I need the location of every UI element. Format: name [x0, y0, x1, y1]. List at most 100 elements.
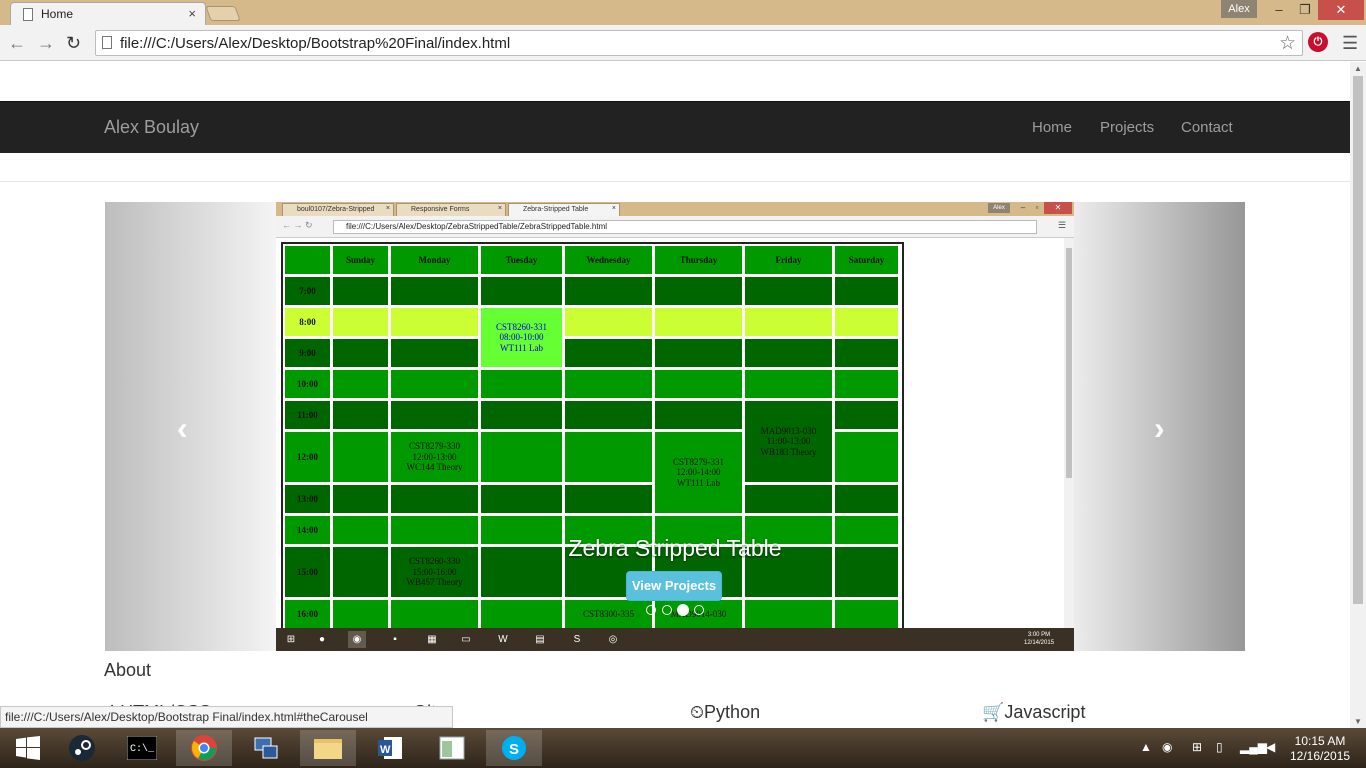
- restore-button[interactable]: ❐: [1292, 0, 1318, 20]
- network-icon[interactable]: [238, 730, 294, 766]
- day-header: Saturday: [835, 246, 898, 274]
- carousel-indicator[interactable]: [694, 605, 704, 615]
- event-cell: MAD9013-030 11:00-13:00 WB183 Theory: [745, 401, 832, 482]
- scroll-down-icon[interactable]: ▼: [1354, 717, 1362, 726]
- windows-taskbar: C:\_ W S ▲ ◉ ⊞ ▯ ▂▄▆ ◀ 10:15 AM 12/16/201…: [0, 728, 1366, 768]
- table-cell: [835, 277, 898, 305]
- svg-text:C:\_: C:\_: [130, 743, 155, 755]
- word-icon[interactable]: W: [362, 730, 418, 766]
- file-explorer-icon[interactable]: [300, 730, 356, 766]
- carousel-prev-control[interactable]: ‹: [105, 202, 276, 651]
- scrollbar-thumb[interactable]: [1353, 76, 1363, 604]
- carousel-caption: Zebra Stripped Table: [568, 535, 782, 561]
- tab-close-icon[interactable]: ×: [188, 6, 196, 21]
- cart-icon: 🛒: [982, 702, 1005, 722]
- table-cell: [745, 600, 832, 628]
- tray-device-icon[interactable]: ▯: [1216, 740, 1223, 754]
- table-cell: [565, 277, 652, 305]
- table-cell: [835, 600, 898, 628]
- table-cell: [481, 401, 562, 429]
- carousel-indicator-active[interactable]: [677, 604, 689, 616]
- table-cell: [391, 370, 478, 398]
- table-cell: [565, 485, 652, 513]
- table-cell: [745, 370, 832, 398]
- forward-arrow-icon[interactable]: →: [37, 33, 55, 54]
- table-cell: [333, 485, 388, 513]
- table-cell: [333, 277, 388, 305]
- inner-titlebar: boul0107/Zebra-Stripped × Responsive Form…: [276, 202, 1074, 216]
- bookmark-star-icon[interactable]: ☆: [1279, 32, 1296, 55]
- carousel-slide-image: boul0107/Zebra-Stripped × Responsive Form…: [276, 202, 1074, 651]
- volume-icon[interactable]: ◀: [1266, 740, 1275, 754]
- profile-badge[interactable]: Alex: [1221, 0, 1257, 18]
- page-viewport: Alex Boulay Home Projects Contact ‹ › bo…: [0, 62, 1350, 728]
- inner-scrollbar: [1064, 238, 1074, 628]
- cmd-icon[interactable]: C:\_: [114, 730, 170, 766]
- day-header: Wednesday: [565, 246, 652, 274]
- taskbar-clock[interactable]: 10:15 AM 12/16/2015: [1290, 734, 1350, 764]
- app-window-icon[interactable]: [424, 730, 480, 766]
- table-cell: [333, 370, 388, 398]
- browser-toolbar: ← → ↻ file:///C:/Users/Alex/Desktop/Boot…: [0, 25, 1366, 61]
- table-cell: [333, 339, 388, 367]
- browser-tab-home[interactable]: Home ×: [10, 2, 206, 25]
- table-cell: [333, 432, 388, 482]
- extension-power-icon[interactable]: ⏻: [1308, 32, 1328, 52]
- table-cell: [655, 308, 742, 336]
- nav-link-home[interactable]: Home: [1032, 119, 1072, 136]
- day-header: Tuesday: [481, 246, 562, 274]
- table-corner-cell: [285, 246, 330, 274]
- tray-chrome-icon[interactable]: ◉: [1162, 740, 1172, 754]
- site-navbar: Alex Boulay Home Projects Contact: [0, 101, 1350, 153]
- table-cell: [333, 401, 388, 429]
- wifi-signal-icon[interactable]: ▂▄▆: [1240, 740, 1267, 754]
- table-cell: [835, 401, 898, 429]
- carousel-indicator[interactable]: [646, 605, 656, 615]
- table-cell: [835, 370, 898, 398]
- table-cell: [565, 370, 652, 398]
- time-cell: 16:00: [285, 600, 330, 628]
- chevron-left-icon: ‹: [177, 410, 188, 446]
- inner-app-icon: ▤: [535, 634, 545, 645]
- page-scrollbar[interactable]: ▲ ▼: [1350, 62, 1366, 728]
- time-cell: 13:00: [285, 485, 330, 513]
- time-cell: 7:00: [285, 277, 330, 305]
- address-bar[interactable]: file:///C:/Users/Alex/Desktop/Bootstrap%…: [95, 30, 1303, 56]
- new-tab-button[interactable]: [205, 6, 241, 21]
- inner-network-icon: ▦: [427, 634, 437, 645]
- reload-icon[interactable]: ↻: [66, 33, 81, 54]
- site-brand[interactable]: Alex Boulay: [104, 117, 199, 138]
- carousel-next-control[interactable]: ›: [1074, 202, 1245, 651]
- divider: [0, 181, 1350, 182]
- inner-cmd-icon: ▪: [393, 634, 397, 645]
- tray-windows-icon[interactable]: ⊞: [1192, 740, 1202, 754]
- scroll-up-icon[interactable]: ▲: [1354, 64, 1362, 73]
- table-cell: [391, 308, 478, 336]
- table-cell: [481, 432, 562, 482]
- nav-link-projects[interactable]: Projects: [1100, 119, 1154, 136]
- view-projects-button[interactable]: View Projects: [626, 571, 722, 601]
- tray-expand-icon[interactable]: ▲: [1140, 740, 1152, 754]
- steam-icon[interactable]: [54, 730, 110, 766]
- table-cell: [565, 432, 652, 482]
- time-cell: 12:00: [285, 432, 330, 482]
- table-cell: [835, 432, 898, 482]
- windows-start-icon[interactable]: [0, 730, 56, 766]
- minimize-button[interactable]: –: [1266, 0, 1292, 20]
- close-window-button[interactable]: ✕: [1318, 0, 1364, 20]
- skype-icon[interactable]: S: [486, 730, 542, 766]
- hamburger-menu-icon[interactable]: ☰: [1342, 33, 1358, 54]
- nav-link-contact[interactable]: Contact: [1181, 119, 1233, 136]
- chrome-icon[interactable]: [176, 730, 232, 766]
- inner-clock: 3:00 PM 12/14/2015: [1024, 632, 1055, 646]
- table-cell: [655, 401, 742, 429]
- back-arrow-icon[interactable]: ←: [8, 33, 26, 54]
- day-header: Friday: [745, 246, 832, 274]
- table-cell: [391, 277, 478, 305]
- about-heading: About: [104, 660, 152, 680]
- day-header: Sunday: [333, 246, 388, 274]
- inner-windows-icon: ⊞: [286, 634, 296, 645]
- carousel-indicator[interactable]: [662, 605, 672, 615]
- table-cell: [481, 370, 562, 398]
- svg-text:W: W: [380, 744, 391, 756]
